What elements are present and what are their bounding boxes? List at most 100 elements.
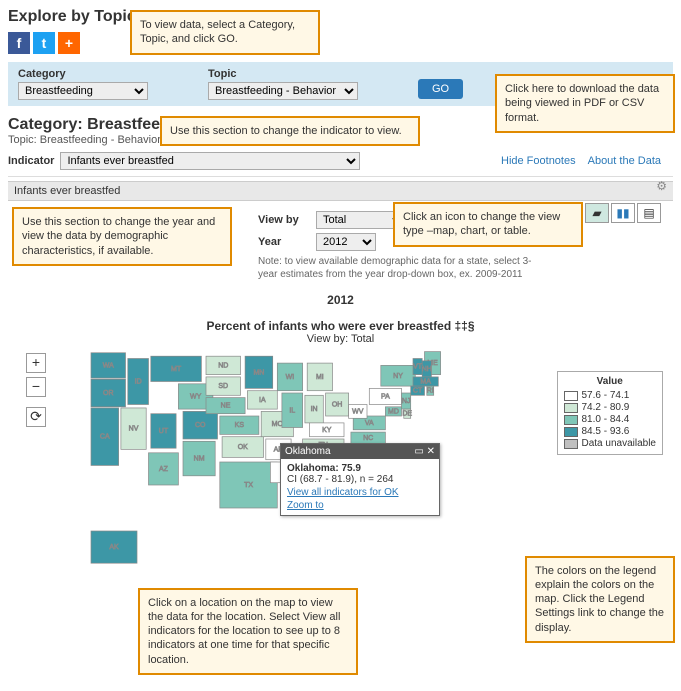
popup-ci: CI (68.7 - 81.9), n = 264	[287, 474, 433, 485]
legend-row: 74.2 - 80.9	[564, 402, 657, 413]
legend-swatch	[564, 427, 578, 437]
state-label: CT	[413, 388, 423, 395]
state-label: MN	[253, 369, 264, 376]
state-label: SD	[218, 383, 228, 390]
state-label: CO	[195, 422, 206, 429]
legend-swatch	[564, 415, 578, 425]
map-popup: Oklahoma ▭ ✕ Oklahoma: 75.9 CI (68.7 - 8…	[280, 443, 440, 516]
state-label: NY	[393, 373, 403, 380]
topic-label: Topic	[208, 68, 358, 80]
state-label: NC	[363, 435, 373, 442]
state-label: MD	[388, 408, 399, 415]
content-area: ⚙ Infants ever breastfed ▰ ▮▮ ▤ Click an…	[8, 176, 673, 683]
state-label: NV	[129, 426, 139, 433]
table-view-icon[interactable]: ▤	[637, 203, 661, 223]
reset-zoom-button[interactable]: ⟳	[26, 407, 46, 427]
state-label: KY	[322, 427, 332, 434]
state-label: NM	[194, 456, 205, 463]
popup-close-icon[interactable]: ▭ ✕	[414, 446, 435, 457]
legend-swatch	[564, 391, 578, 401]
about-data-link[interactable]: About the Data	[588, 155, 661, 167]
state-label: WY	[190, 393, 202, 400]
state-label: NH	[422, 366, 432, 373]
state-label: RI	[427, 388, 434, 395]
view-controls: ▰ ▮▮ ▤	[585, 203, 661, 223]
state-label: WV	[352, 408, 364, 415]
chart-year: 2012	[8, 293, 673, 307]
state-label: KS	[235, 422, 245, 429]
state-label: AZ	[159, 466, 169, 473]
map-view-icon[interactable]: ▰	[585, 203, 609, 223]
chart-view-icon[interactable]: ▮▮	[611, 203, 635, 223]
hide-footnotes-link[interactable]: Hide Footnotes	[501, 155, 576, 167]
state-label: ND	[218, 362, 228, 369]
state-label: DE	[402, 411, 412, 418]
chart-title: Percent of infants who were ever breastf…	[8, 319, 673, 333]
callout-download: Click here to download the data being vi…	[495, 74, 675, 133]
state-label: MI	[316, 374, 324, 381]
state-label: OH	[332, 402, 343, 409]
legend-row: 81.0 - 84.4	[564, 414, 657, 425]
page-title: Explore by Topic	[8, 8, 673, 26]
callout-legend: The colors on the legend explain the col…	[525, 556, 675, 643]
state-label: UT	[159, 428, 169, 435]
state-label: NJ	[402, 398, 411, 405]
state-label: MT	[171, 366, 182, 373]
legend-title: Value	[564, 376, 657, 387]
legend-row: Data unavailable	[564, 438, 657, 449]
callout-views: Click an icon to change the view type –m…	[393, 202, 583, 247]
state-label: PA	[381, 393, 390, 400]
zoom-out-button[interactable]: −	[26, 377, 46, 397]
state-label: VA	[365, 420, 374, 427]
callout-top: To view data, select a Category, Topic, …	[130, 10, 320, 55]
chart-subtitle: View by: Total	[8, 333, 673, 345]
zoom-in-button[interactable]: +	[26, 353, 46, 373]
state-label: OR	[103, 390, 114, 397]
map-zone: + − ⟳ WAORCAIDNVAZUTMTWYCONMTXNDSDNEKSOK…	[8, 353, 673, 583]
legend-label: 74.2 - 80.9	[582, 402, 630, 413]
twitter-icon[interactable]: t	[33, 32, 55, 54]
state-label: TX	[244, 482, 253, 489]
category-label: Category	[18, 68, 148, 80]
state-label: AK	[109, 544, 119, 551]
state-label: NE	[221, 403, 231, 410]
filter-note: Note: to view available demographic data…	[258, 255, 538, 281]
indicator-select[interactable]: Infants ever breastfed	[60, 152, 360, 170]
popup-value: Oklahoma: 75.9	[287, 463, 433, 474]
state-label: OK	[238, 444, 248, 451]
legend-row: 57.6 - 74.1	[564, 390, 657, 401]
popup-title: Oklahoma	[285, 446, 331, 457]
popup-all-indicators-link[interactable]: View all indicators for OK	[287, 487, 433, 498]
state-label: IA	[259, 397, 266, 404]
indicator-label: Indicator	[8, 155, 54, 167]
state-label: WI	[286, 374, 295, 381]
gear-icon[interactable]: ⚙	[656, 179, 667, 193]
indicator-row: Indicator Infants ever breastfed Hide Fo…	[8, 152, 673, 170]
callout-location: Click on a location on the map to view t…	[138, 588, 358, 675]
category-select[interactable]: Breastfeeding	[18, 82, 148, 100]
popup-zoom-link[interactable]: Zoom to	[287, 500, 433, 511]
topic-select[interactable]: Breastfeeding - Behavior	[208, 82, 358, 100]
share-icon[interactable]: +	[58, 32, 80, 54]
year-label: Year	[258, 236, 308, 248]
legend-label: 84.5 - 93.6	[582, 426, 630, 437]
state-label: WA	[103, 362, 114, 369]
indicator-title-bar: Infants ever breastfed	[8, 181, 673, 201]
callout-indicator: Use this section to change the indicator…	[160, 116, 420, 146]
year-select[interactable]: 2012	[316, 233, 376, 251]
legend-label: 57.6 - 74.1	[582, 390, 630, 401]
legend: Value 57.6 - 74.174.2 - 80.981.0 - 84.48…	[557, 371, 664, 455]
state-label: IN	[311, 406, 318, 413]
facebook-icon[interactable]: f	[8, 32, 30, 54]
state-label: ID	[135, 379, 142, 386]
viewby-label: View by	[258, 214, 308, 226]
state-label: IL	[289, 407, 295, 414]
legend-swatch	[564, 439, 578, 449]
legend-swatch	[564, 403, 578, 413]
go-button[interactable]: GO	[418, 79, 463, 99]
callout-filters: Use this section to change the year and …	[12, 207, 232, 266]
legend-row: 84.5 - 93.6	[564, 426, 657, 437]
legend-label: 81.0 - 84.4	[582, 414, 630, 425]
state-label: MA	[420, 379, 431, 386]
legend-label: Data unavailable	[582, 438, 657, 449]
